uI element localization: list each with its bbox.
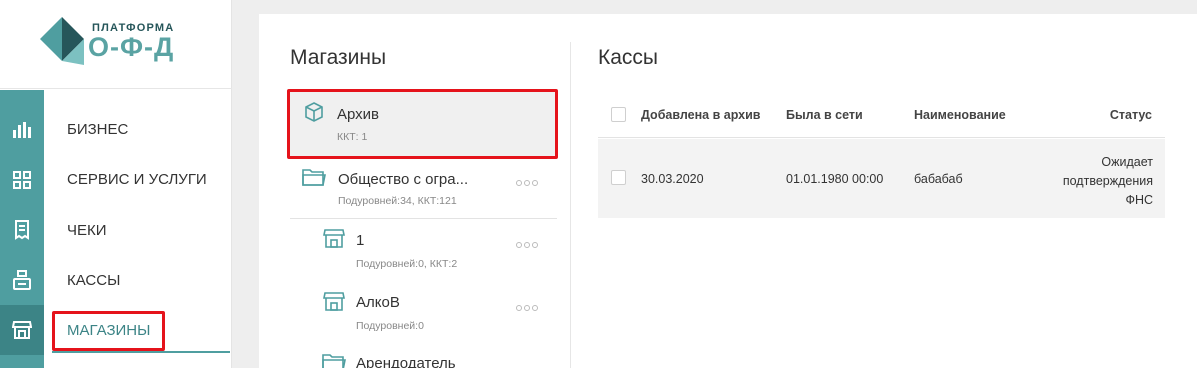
row-checkbox[interactable] — [611, 170, 626, 185]
store-sub: Подуровней:34, ККТ:121 — [338, 195, 457, 207]
column-online[interactable]: Была в сети — [786, 108, 863, 122]
nav-item-business[interactable]: БИЗНЕС — [67, 121, 128, 138]
column-added[interactable]: Добавлена в архив — [641, 108, 761, 122]
brand-bottom: О-Ф-Д — [88, 32, 175, 62]
store-name[interactable]: Общество с огра... — [338, 171, 468, 188]
registers-title: Кассы — [598, 46, 659, 69]
logo[interactable]: ПЛАТФОРМА О-Ф-Д — [0, 0, 232, 89]
logo-mark-icon — [40, 17, 84, 65]
nav-item-registers[interactable]: КАССЫ — [67, 272, 120, 289]
nav-item-receipts[interactable]: ЧЕКИ — [67, 222, 107, 239]
cell-online: 01.01.1980 00:00 — [786, 172, 884, 186]
more-options-icon[interactable] — [516, 180, 538, 186]
stores-title: Магазины — [290, 46, 387, 69]
status-line: ФНС — [1125, 193, 1153, 207]
icon-bar — [0, 90, 44, 368]
more-options-icon[interactable] — [516, 305, 538, 311]
left-panel: ПЛАТФОРМА О-Ф-Д БИЗНЕС СЕРВИС И УСЛУГИ Ч… — [0, 0, 232, 368]
archive-highlight-box — [287, 89, 558, 159]
folder-icon — [302, 169, 326, 186]
nav-active-underline — [52, 351, 230, 353]
column-status[interactable]: Статус — [1110, 108, 1152, 122]
store-name[interactable]: АлкоВ — [356, 294, 400, 311]
table-row[interactable]: 30.03.2020 01.01.1980 00:00 бабабаб Ожид… — [598, 139, 1165, 218]
nav-highlight-box — [52, 311, 165, 351]
more-options-icon[interactable] — [516, 242, 538, 248]
column-divider — [570, 42, 571, 368]
select-all-checkbox[interactable] — [611, 107, 626, 122]
table-header: Добавлена в архив Была в сети Наименован… — [598, 92, 1165, 138]
store-icon[interactable] — [0, 305, 44, 355]
receipt-icon[interactable] — [0, 205, 44, 255]
status-line: Ожидает — [1101, 155, 1153, 169]
cash-register-icon[interactable] — [0, 255, 44, 305]
store-icon — [323, 292, 345, 311]
grid-icon[interactable] — [0, 155, 44, 205]
column-name[interactable]: Наименование — [914, 108, 1006, 122]
cell-status: Ожидает подтверждения ФНС — [1043, 153, 1153, 210]
store-sub: Подуровней:0, ККТ:2 — [356, 258, 458, 270]
status-line: подтверждения — [1062, 174, 1153, 188]
folder-icon — [322, 354, 346, 368]
store-icon — [323, 229, 345, 248]
nav-item-services[interactable]: СЕРВИС И УСЛУГИ — [67, 171, 207, 188]
bar-chart-icon[interactable] — [0, 105, 44, 155]
store-name[interactable]: Арендодатель — [356, 355, 456, 368]
list-separator — [290, 218, 557, 219]
cell-added: 30.03.2020 — [641, 172, 704, 186]
cell-name: бабабаб — [914, 172, 963, 186]
store-name[interactable]: 1 — [356, 232, 364, 249]
store-sub: Подуровней:0 — [356, 320, 424, 332]
